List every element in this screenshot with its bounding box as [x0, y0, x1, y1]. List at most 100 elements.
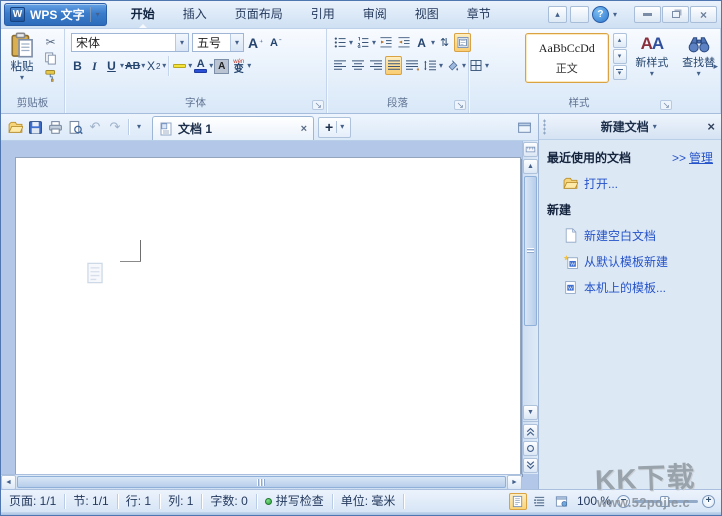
- taskpane-link-new-blank-document[interactable]: 新建空白文档: [563, 227, 713, 244]
- style-gallery-more-button[interactable]: ▾: [612, 65, 627, 80]
- scroll-left-button[interactable]: ◄: [1, 474, 16, 489]
- character-shading-button[interactable]: A: [213, 57, 230, 76]
- select-browse-object-button[interactable]: [523, 441, 538, 456]
- previous-page-button[interactable]: [523, 424, 538, 439]
- skin-button[interactable]: [569, 6, 589, 23]
- new-style-button[interactable]: AA 新样式 ▾: [631, 33, 674, 78]
- underline-button[interactable]: U: [103, 57, 120, 76]
- undo-button[interactable]: ↶: [85, 117, 105, 137]
- numbering-button[interactable]: [354, 33, 371, 52]
- print-preview-button[interactable]: [65, 117, 85, 137]
- status-unit[interactable]: 单位: 毫米: [333, 493, 405, 509]
- pinyin-guide-button[interactable]: wén 变: [230, 57, 247, 76]
- font-color-button[interactable]: A: [192, 57, 209, 76]
- chevron-down-icon[interactable]: ▾: [96, 10, 100, 19]
- status-section[interactable]: 节: 1/1: [65, 493, 118, 509]
- line-spacing-button[interactable]: [421, 56, 438, 75]
- tab-references[interactable]: 引用: [297, 1, 349, 28]
- font-dialog-launcher[interactable]: ↘: [312, 100, 324, 110]
- font-size-dropdown-icon[interactable]: ▾: [230, 34, 243, 51]
- copy-button[interactable]: [42, 51, 59, 66]
- decrease-indent-button[interactable]: [377, 33, 394, 52]
- increase-indent-button[interactable]: [395, 33, 412, 52]
- document-tab[interactable]: 文档 1 ×: [152, 116, 314, 140]
- font-name-dropdown-icon[interactable]: ▾: [175, 34, 188, 51]
- highlight-button[interactable]: [171, 57, 188, 76]
- web-view-button[interactable]: [553, 493, 571, 510]
- zoom-out-button[interactable]: −: [617, 494, 630, 508]
- shrink-font-button[interactable]: Aˉ: [267, 33, 284, 52]
- new-style-dropdown-icon[interactable]: ▾: [650, 70, 654, 78]
- next-page-button[interactable]: [523, 458, 538, 473]
- pinyin-dropdown-icon[interactable]: ▾: [247, 62, 251, 70]
- scroll-up-button[interactable]: ▲: [523, 159, 538, 174]
- vertical-scroll-thumb[interactable]: [524, 176, 537, 326]
- scroll-right-button[interactable]: ►: [507, 474, 522, 489]
- task-pane-title-dropdown-icon[interactable]: ▾: [653, 122, 657, 131]
- bold-button[interactable]: B: [69, 57, 86, 76]
- tab-section[interactable]: 章节: [453, 1, 505, 28]
- paragraph-layout-ghost-icon[interactable]: [86, 261, 104, 290]
- tab-review[interactable]: 审阅: [349, 1, 401, 28]
- tab-view[interactable]: 视图: [401, 1, 453, 28]
- zoom-slider[interactable]: [634, 495, 698, 507]
- line-spacing-dropdown-icon[interactable]: ▾: [439, 61, 443, 70]
- paste-dropdown-icon[interactable]: ▾: [20, 74, 24, 82]
- shading-dropdown-icon[interactable]: ▾: [462, 61, 466, 70]
- manage-link[interactable]: >> 管理: [672, 149, 713, 166]
- status-line[interactable]: 行: 1: [118, 493, 161, 509]
- styles-dialog-launcher[interactable]: ↘: [660, 100, 672, 110]
- paste-button[interactable]: 粘贴 ▾: [5, 32, 39, 83]
- align-right-button[interactable]: [367, 56, 384, 75]
- scroll-down-button[interactable]: ▼: [523, 405, 538, 420]
- strikethrough-button[interactable]: AB: [124, 57, 141, 76]
- superscript-button[interactable]: X2: [145, 57, 162, 76]
- document-canvas[interactable]: ▲ ▼ ◄ ►: [1, 141, 538, 489]
- task-pane-toggle-button[interactable]: [514, 117, 534, 137]
- tab-home[interactable]: 开始: [117, 1, 169, 28]
- superscript-dropdown-icon[interactable]: ▾: [162, 62, 166, 70]
- char-scale-dropdown-icon[interactable]: ▾: [431, 38, 435, 47]
- new-document-tab-button[interactable]: + ▾: [318, 116, 352, 138]
- status-word-count[interactable]: 字数: 0: [202, 493, 257, 509]
- restore-button[interactable]: [662, 6, 689, 23]
- status-column[interactable]: 列: 1: [160, 493, 203, 509]
- taskpane-link-new-from-default-template[interactable]: W 从默认模板新建: [563, 253, 713, 270]
- page-view-button[interactable]: [508, 492, 527, 510]
- print-button[interactable]: [45, 117, 65, 137]
- taskpane-link-templates-on-this-machine[interactable]: W 本机上的模板...: [563, 279, 713, 296]
- italic-button[interactable]: I: [86, 57, 103, 76]
- align-left-button[interactable]: [331, 56, 348, 75]
- distribute-button[interactable]: [403, 56, 420, 75]
- status-spell-check[interactable]: 拼写检查: [257, 493, 333, 509]
- help-dropdown-icon[interactable]: ▾: [613, 10, 617, 19]
- wps-app-menu-button[interactable]: W WPS 文字 ▾: [4, 3, 107, 26]
- help-button[interactable]: ?: [591, 6, 609, 23]
- ribbon-overflow-chevron[interactable]: ▸: [713, 61, 718, 72]
- tab-page-layout[interactable]: 页面布局: [221, 1, 297, 28]
- bullets-button[interactable]: [331, 33, 348, 52]
- tab-insert[interactable]: 插入: [169, 1, 221, 28]
- vertical-scrollbar[interactable]: ▲ ▼: [522, 141, 538, 474]
- numbering-dropdown-icon[interactable]: ▾: [372, 38, 376, 47]
- paragraph-marks-button[interactable]: ⇅: [436, 33, 453, 52]
- ruler-toggle-button[interactable]: [523, 142, 538, 157]
- font-name-combo[interactable]: 宋体 ▾: [71, 33, 189, 52]
- quick-toolbar-options-button[interactable]: ▾: [132, 117, 146, 137]
- char-scale-button[interactable]: A: [413, 33, 430, 52]
- task-pane-grip[interactable]: [543, 118, 546, 135]
- grow-font-button[interactable]: A ⁺: [247, 33, 264, 52]
- style-preview-normal[interactable]: AaBbCcDd 正文: [525, 33, 609, 83]
- open-button[interactable]: [5, 117, 25, 137]
- open-document-link[interactable]: 打开...: [563, 175, 713, 192]
- font-size-combo[interactable]: 五号 ▾: [192, 33, 244, 52]
- bullets-dropdown-icon[interactable]: ▾: [349, 38, 353, 47]
- status-page[interactable]: 页面: 1/1: [1, 493, 66, 509]
- redo-button[interactable]: ↷: [105, 117, 125, 137]
- document-page[interactable]: [15, 157, 521, 475]
- collapse-ribbon-button[interactable]: ▴: [547, 6, 567, 23]
- shading-button[interactable]: [444, 56, 461, 75]
- horizontal-scroll-thumb[interactable]: [17, 476, 506, 488]
- save-button[interactable]: [25, 117, 45, 137]
- paragraph-dialog-launcher[interactable]: ↘: [454, 100, 466, 110]
